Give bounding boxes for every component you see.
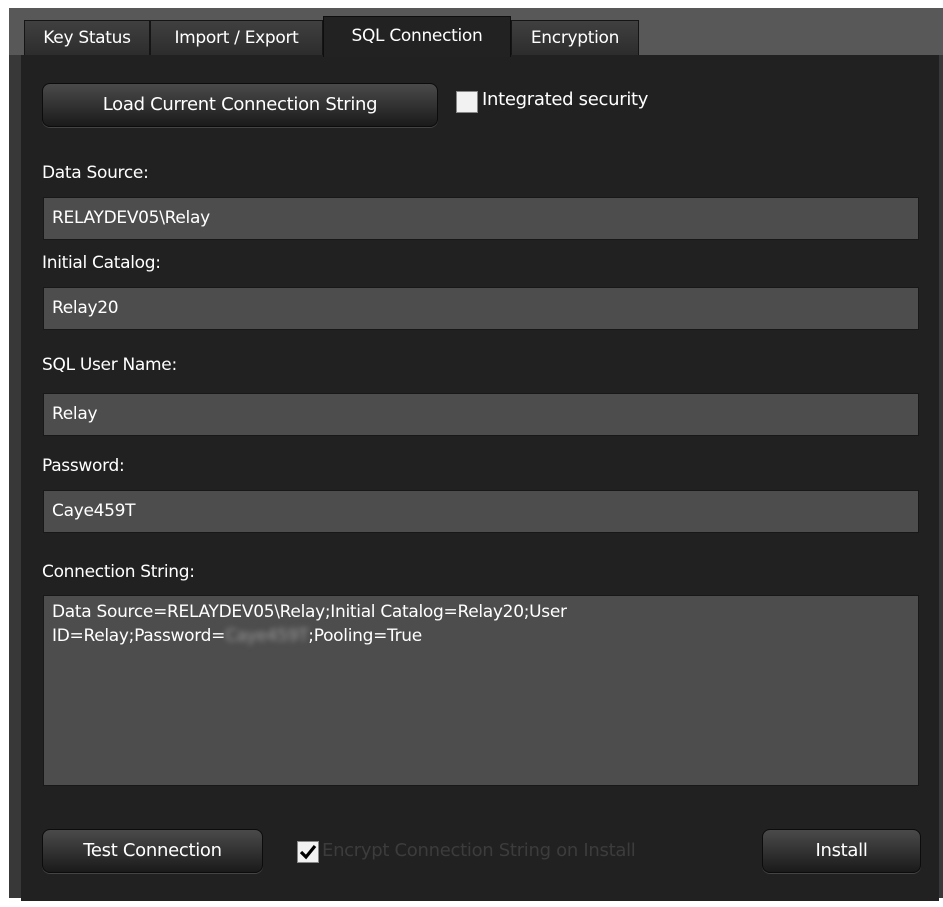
redacted-password: Caye459T bbox=[225, 626, 309, 646]
connection-string-line-1: Data Source=RELAYDEV05\Relay;Initial Cat… bbox=[52, 602, 567, 622]
connection-string-textarea[interactable]: Data Source=RELAYDEV05\Relay;Initial Cat… bbox=[43, 595, 919, 786]
load-connection-string-button[interactable]: Load Current Connection String bbox=[42, 83, 438, 127]
integrated-security-checkbox[interactable] bbox=[456, 91, 478, 113]
connection-string-prefix: ID=Relay;Password= bbox=[52, 626, 226, 646]
sql-user-name-field[interactable]: Relay bbox=[43, 393, 919, 436]
password-label: Password: bbox=[42, 456, 125, 476]
password-field[interactable]: Caye459T bbox=[43, 490, 919, 533]
encrypt-on-install-label: Encrypt Connection String on Install bbox=[322, 840, 636, 861]
data-source-label: Data Source: bbox=[42, 163, 149, 183]
connection-string-suffix: ;Pooling=True bbox=[308, 626, 422, 646]
integrated-security-label: Integrated security bbox=[482, 89, 649, 110]
sql-user-name-label: SQL User Name: bbox=[42, 355, 177, 375]
data-source-field[interactable]: RELAYDEV05\Relay bbox=[43, 197, 919, 240]
connection-string-line-2: ID=Relay;Password=Caye459T;Pooling=True bbox=[52, 624, 910, 648]
encrypt-on-install-checkbox[interactable] bbox=[297, 841, 319, 863]
test-connection-button[interactable]: Test Connection bbox=[42, 829, 263, 873]
checkmark-icon bbox=[299, 844, 317, 860]
initial-catalog-label: Initial Catalog: bbox=[42, 253, 161, 273]
connection-string-label: Connection String: bbox=[42, 562, 195, 582]
install-button[interactable]: Install bbox=[762, 829, 921, 873]
initial-catalog-field[interactable]: Relay20 bbox=[43, 287, 919, 330]
